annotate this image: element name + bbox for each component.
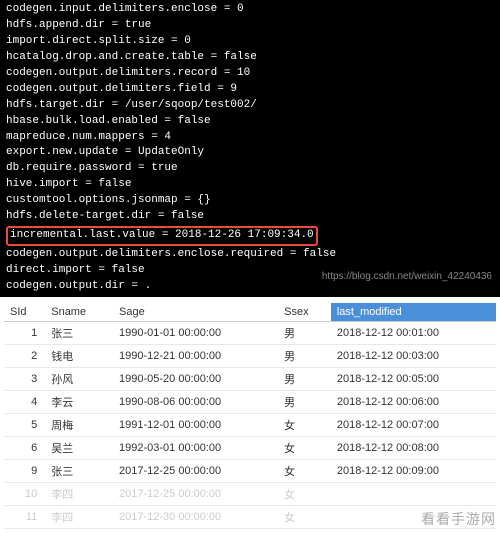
cell-sage: 2017-12-25 00:00:00 bbox=[113, 482, 278, 505]
data-table: SId Sname Sage Ssex last_modified 1张三199… bbox=[4, 303, 496, 529]
cell-sname: 钱电 bbox=[45, 344, 113, 367]
terminal-line: import.direct.split.size = 0 bbox=[6, 34, 494, 50]
cell-ssex: 男 bbox=[278, 344, 331, 367]
cell-sage: 1990-12-21 00:00:00 bbox=[113, 344, 278, 367]
cell-sid: 11 bbox=[4, 505, 45, 528]
col-sname[interactable]: Sname bbox=[45, 303, 113, 322]
terminal-line: hdfs.target.dir = /user/sqoop/test002/ bbox=[6, 98, 494, 114]
cell-sid: 2 bbox=[4, 344, 45, 367]
terminal-line: customtool.options.jsonmap = {} bbox=[6, 193, 494, 209]
cell-last_modified: 2018-12-12 00:03:00 bbox=[331, 344, 496, 367]
cell-sname: 张三 bbox=[45, 321, 113, 344]
data-table-container: SId Sname Sage Ssex last_modified 1张三199… bbox=[0, 297, 500, 533]
cell-sage: 2017-12-25 00:00:00 bbox=[113, 459, 278, 482]
terminal-line: mapreduce.num.mappers = 4 bbox=[6, 130, 494, 146]
terminal-line: codegen.input.delimiters.enclose = 0 bbox=[6, 2, 494, 18]
terminal-line: export.new.update = UpdateOnly bbox=[6, 145, 494, 161]
table-header-row: SId Sname Sage Ssex last_modified bbox=[4, 303, 496, 322]
terminal-line: codegen.output.delimiters.record = 10 bbox=[6, 66, 494, 82]
col-sage[interactable]: Sage bbox=[113, 303, 278, 322]
cell-ssex: 女 bbox=[278, 413, 331, 436]
cell-ssex: 女 bbox=[278, 436, 331, 459]
cell-sage: 1990-01-01 00:00:00 bbox=[113, 321, 278, 344]
terminal-line: codegen.output.delimiters.enclose.requir… bbox=[6, 247, 494, 263]
blog-watermark: https://blog.csdn.net/weixin_42240436 bbox=[322, 270, 492, 285]
terminal-line: hdfs.append.dir = true bbox=[6, 18, 494, 34]
table-row[interactable]: 1张三1990-01-01 00:00:00男2018-12-12 00:01:… bbox=[4, 321, 496, 344]
cell-last_modified: 2018-12-12 00:07:00 bbox=[331, 413, 496, 436]
cell-sname: 张三 bbox=[45, 459, 113, 482]
cell-last_modified: 2018-12-12 00:05:00 bbox=[331, 367, 496, 390]
cell-sname: 吴兰 bbox=[45, 436, 113, 459]
cell-sname: 李四 bbox=[45, 482, 113, 505]
site-watermark: 看看手游网 bbox=[421, 509, 496, 529]
cell-sage: 1990-08-06 00:00:00 bbox=[113, 390, 278, 413]
cell-sid: 5 bbox=[4, 413, 45, 436]
table-row[interactable]: 2钱电1990-12-21 00:00:00男2018-12-12 00:03:… bbox=[4, 344, 496, 367]
cell-last_modified: 2018-12-12 00:06:00 bbox=[331, 390, 496, 413]
cell-sid: 1 bbox=[4, 321, 45, 344]
cell-last_modified bbox=[331, 482, 496, 505]
cell-sid: 6 bbox=[4, 436, 45, 459]
cell-sid: 9 bbox=[4, 459, 45, 482]
cell-sid: 3 bbox=[4, 367, 45, 390]
col-last-modified[interactable]: last_modified bbox=[331, 303, 496, 322]
cell-sage: 1991-12-01 00:00:00 bbox=[113, 413, 278, 436]
cell-sname: 李云 bbox=[45, 390, 113, 413]
cell-ssex: 男 bbox=[278, 390, 331, 413]
terminal-line: hbase.bulk.load.enabled = false bbox=[6, 114, 494, 130]
cell-ssex: 男 bbox=[278, 367, 331, 390]
cell-ssex: 女 bbox=[278, 482, 331, 505]
cell-sname: 李四 bbox=[45, 505, 113, 528]
table-row[interactable]: 5周梅1991-12-01 00:00:00女2018-12-12 00:07:… bbox=[4, 413, 496, 436]
terminal-line: hive.import = false bbox=[6, 177, 494, 193]
col-sid[interactable]: SId bbox=[4, 303, 45, 322]
terminal-line: hcatalog.drop.and.create.table = false bbox=[6, 50, 494, 66]
cell-ssex: 男 bbox=[278, 321, 331, 344]
col-ssex[interactable]: Ssex bbox=[278, 303, 331, 322]
table-row[interactable]: 3孙风1990-05-20 00:00:00男2018-12-12 00:05:… bbox=[4, 367, 496, 390]
table-row[interactable]: 4李云1990-08-06 00:00:00男2018-12-12 00:06:… bbox=[4, 390, 496, 413]
table-row[interactable]: 10李四2017-12-25 00:00:00女 bbox=[4, 482, 496, 505]
table-row[interactable]: 9张三2017-12-25 00:00:00女2018-12-12 00:09:… bbox=[4, 459, 496, 482]
terminal-line: db.require.password = true bbox=[6, 161, 494, 177]
highlighted-config-line: incremental.last.value = 2018-12-26 17:0… bbox=[6, 226, 318, 246]
cell-sname: 孙风 bbox=[45, 367, 113, 390]
cell-last_modified: 2018-12-12 00:09:00 bbox=[331, 459, 496, 482]
terminal-line: hdfs.delete-target.dir = false bbox=[6, 209, 494, 225]
cell-ssex: 女 bbox=[278, 505, 331, 528]
cell-last_modified: 2018-12-12 00:01:00 bbox=[331, 321, 496, 344]
cell-last_modified: 2018-12-12 00:08:00 bbox=[331, 436, 496, 459]
cell-sage: 1992-03-01 00:00:00 bbox=[113, 436, 278, 459]
cell-sid: 4 bbox=[4, 390, 45, 413]
cell-sage: 1990-05-20 00:00:00 bbox=[113, 367, 278, 390]
cell-sage: 2017-12-30 00:00:00 bbox=[113, 505, 278, 528]
table-row[interactable]: 6吴兰1992-03-01 00:00:00女2018-12-12 00:08:… bbox=[4, 436, 496, 459]
terminal-output: codegen.input.delimiters.enclose = 0hdfs… bbox=[0, 0, 500, 297]
terminal-line: codegen.output.delimiters.field = 9 bbox=[6, 82, 494, 98]
cell-ssex: 女 bbox=[278, 459, 331, 482]
cell-sid: 10 bbox=[4, 482, 45, 505]
cell-sname: 周梅 bbox=[45, 413, 113, 436]
